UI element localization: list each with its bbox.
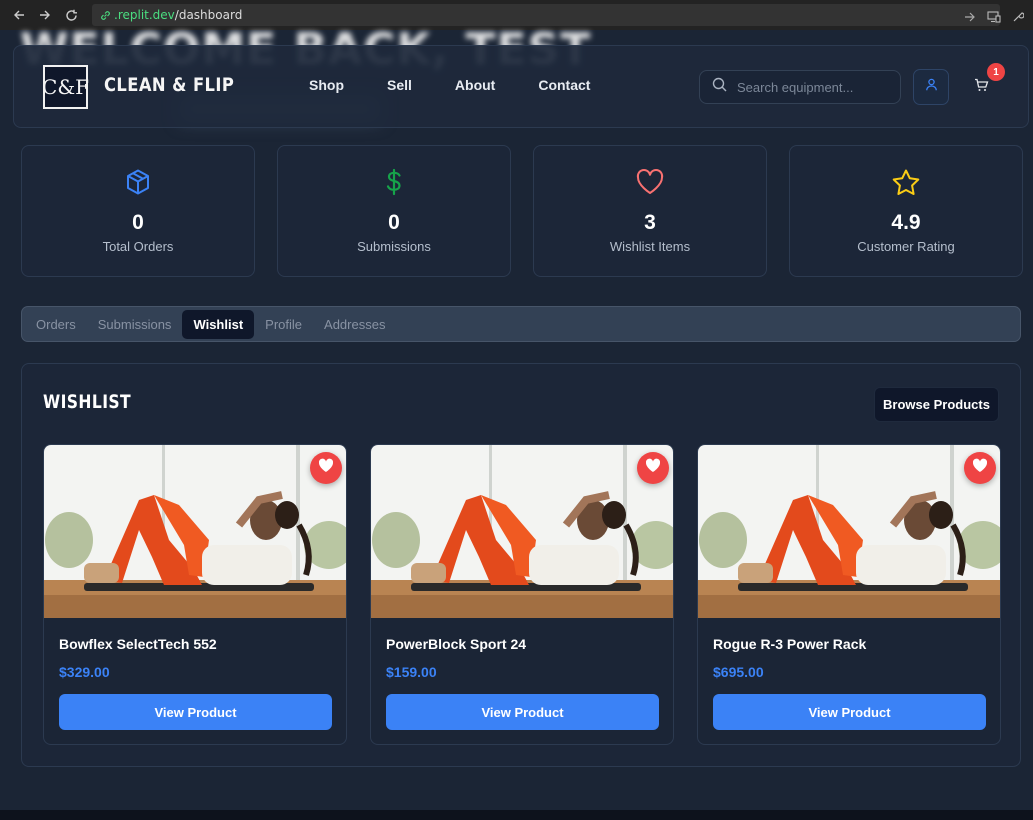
stat-value: 0 [132, 211, 144, 234]
stat-label: Submissions [357, 239, 431, 254]
view-product-button[interactable]: View Product [386, 694, 659, 730]
heart-filled-icon [972, 458, 988, 478]
page-footer-edge [0, 810, 1033, 820]
search-input[interactable] [737, 79, 887, 95]
dollar-icon [380, 168, 408, 201]
heart-filled-icon [318, 458, 334, 478]
brand-name[interactable]: CLEAN & FLIP [104, 74, 234, 96]
user-icon [925, 78, 938, 96]
search-box [699, 70, 901, 104]
cart-count-badge: 1 [987, 63, 1005, 81]
product-price: $329.00 [59, 664, 110, 680]
tab-wishlist[interactable]: Wishlist [182, 309, 255, 339]
remove-from-wishlist-button[interactable] [637, 452, 669, 484]
stat-label: Customer Rating [857, 239, 955, 254]
stat-label: Total Orders [102, 239, 174, 254]
cart-icon [974, 78, 989, 97]
product-price: $695.00 [713, 664, 764, 680]
wishlist-card: Rogue R-3 Power Rack $695.00 View Produc… [697, 444, 1001, 745]
wishlist-panel: WISHLIST Browse Products Bowflex SelectT… [21, 363, 1021, 767]
product-image[interactable] [44, 445, 346, 618]
package-icon [124, 168, 152, 201]
cart-button[interactable]: 1 [963, 63, 1005, 105]
link-icon [98, 8, 112, 22]
stat-customer-rating: 4.9 Customer Rating [789, 145, 1023, 277]
devices-icon[interactable] [985, 5, 1003, 29]
remove-from-wishlist-button[interactable] [310, 452, 342, 484]
wishlist-card: PowerBlock Sport 24 $159.00 View Product [370, 444, 674, 745]
product-image[interactable] [371, 445, 673, 618]
view-product-button[interactable]: View Product [713, 694, 986, 730]
nav-shop[interactable]: Shop [309, 77, 344, 93]
nav-about[interactable]: About [455, 77, 495, 93]
tab-addresses[interactable]: Addresses [313, 310, 396, 339]
nav-contact[interactable]: Contact [538, 77, 590, 93]
site-header: C&F CLEAN & FLIP Shop Sell About Contact… [13, 45, 1029, 128]
product-price: $159.00 [386, 664, 437, 680]
url-host: .replit.dev [114, 8, 175, 22]
product-image[interactable] [698, 445, 1000, 618]
stat-label: Wishlist Items [609, 239, 691, 254]
stat-total-orders: 0 Total Orders [21, 145, 255, 277]
view-product-button[interactable]: View Product [59, 694, 332, 730]
main-nav: Shop Sell About Contact [309, 77, 633, 93]
wishlist-cards: Bowflex SelectTech 552 $329.00 View Prod… [43, 444, 1001, 745]
logo[interactable]: C&F [42, 65, 89, 109]
wishlist-title: WISHLIST [43, 391, 132, 413]
arrow-right-icon[interactable] [961, 5, 979, 29]
product-name[interactable]: Rogue R-3 Power Rack [713, 636, 866, 652]
stat-value: 3 [644, 211, 656, 234]
wrench-icon[interactable] [1009, 5, 1027, 29]
stat-wishlist-items: 3 Wishlist Items [533, 145, 767, 277]
stat-value: 4.9 [891, 211, 921, 234]
stat-submissions: 0 Submissions [277, 145, 511, 277]
remove-from-wishlist-button[interactable] [964, 452, 996, 484]
browse-products-button[interactable]: Browse Products [874, 387, 999, 422]
star-icon [891, 168, 921, 201]
wishlist-card: Bowflex SelectTech 552 $329.00 View Prod… [43, 444, 347, 745]
stat-value: 0 [388, 211, 400, 234]
tab-orders[interactable]: Orders [25, 310, 87, 339]
nav-sell[interactable]: Sell [387, 77, 412, 93]
url-path: /dashboard [174, 8, 243, 22]
search-icon [712, 77, 727, 97]
logo-text: C&F [42, 75, 89, 99]
heart-filled-icon [645, 458, 661, 478]
stats-row: 0 Total Orders 0 Submissions 3 Wishlist … [21, 145, 1023, 277]
product-name[interactable]: Bowflex SelectTech 552 [59, 636, 217, 652]
address-bar[interactable]: .replit.dev/dashboard [92, 4, 1000, 26]
tab-submissions[interactable]: Submissions [87, 310, 183, 339]
account-button[interactable] [913, 69, 949, 105]
product-name[interactable]: PowerBlock Sport 24 [386, 636, 526, 652]
heart-icon [635, 168, 665, 201]
dashboard-tabs: Orders Submissions Wishlist Profile Addr… [21, 306, 1021, 342]
tab-profile[interactable]: Profile [254, 310, 313, 339]
